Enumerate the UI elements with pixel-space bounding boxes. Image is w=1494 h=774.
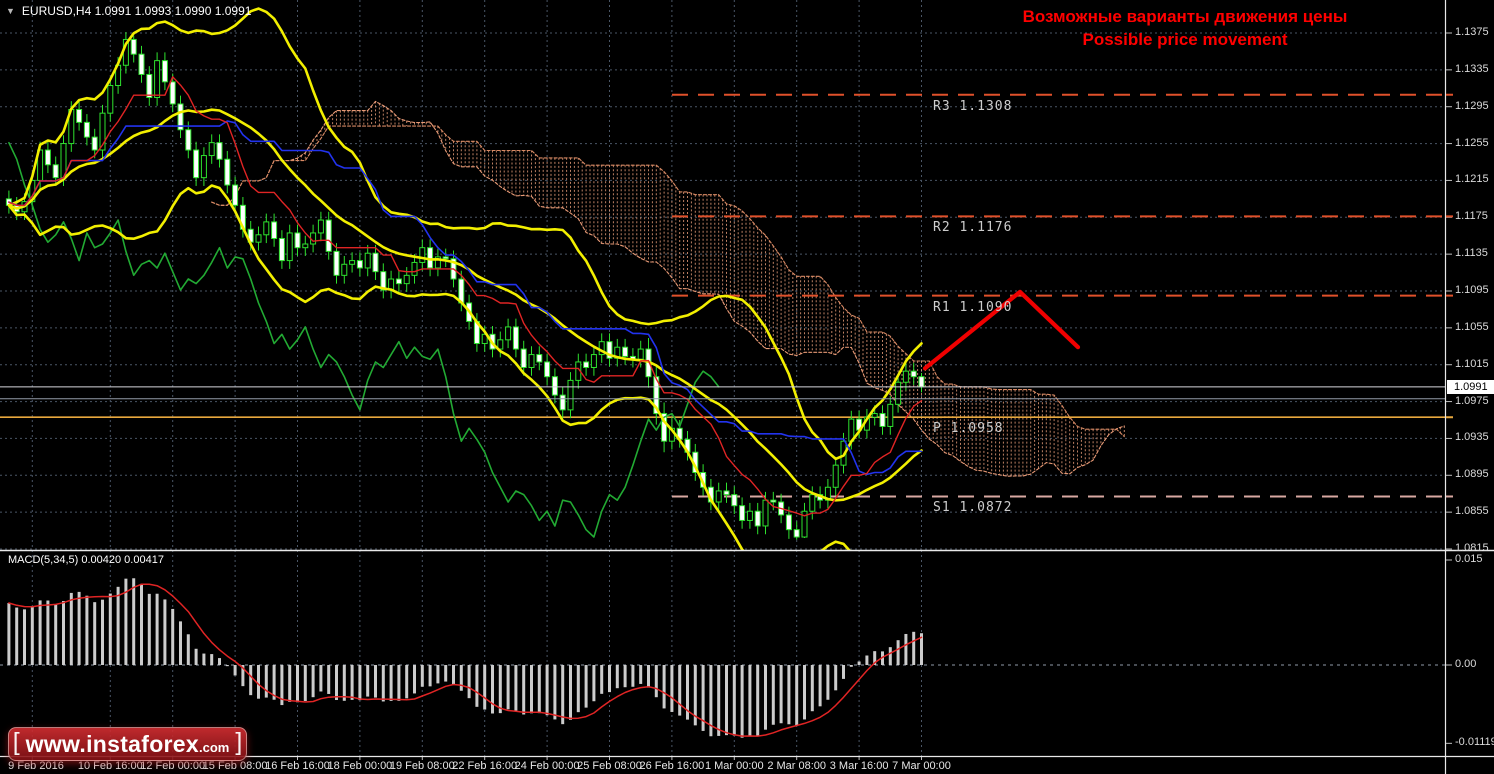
bracket-left-glyph: [	[13, 728, 20, 757]
pivot-label-s1: S1 1.0872	[933, 500, 1012, 515]
time-axis-label: 9 Feb 2016	[8, 760, 64, 772]
macd-tick-label: 0.015	[1455, 553, 1483, 565]
pivot-label-p: P 1.0958	[933, 421, 1004, 436]
pivot-labels-layer: R3 1.1308 R2 1.1176 R1 1.1090 P 1.0958 S1 1.…	[0, 0, 1446, 550]
triangle-down-icon: ▼	[6, 6, 15, 16]
macd-pane	[0, 578, 1446, 737]
time-axis-label: 10 Feb 16:00	[78, 760, 143, 772]
macd-tick-label: 0.00	[1455, 658, 1476, 670]
time-axis-label: 2 Mar 08:00	[767, 760, 826, 772]
price-tick-label: 1.1015	[1455, 358, 1489, 370]
pivot-label-r3: R3 1.1308	[933, 99, 1012, 114]
pivot-label-r1: R1 1.1090	[933, 300, 1012, 315]
price-tick-label: 1.0895	[1455, 468, 1489, 480]
price-tick-label: 1.1335	[1455, 63, 1489, 75]
price-tick-label: 1.0855	[1455, 505, 1489, 517]
price-tick-label: 1.1215	[1455, 173, 1489, 185]
time-axis-label: 12 Feb 00:00	[140, 760, 205, 772]
instaforex-watermark: [ www.instaforex .com ]	[8, 727, 247, 761]
price-forecast-annotation: Возможные варианты движения цены Possibl…	[975, 5, 1395, 51]
time-axis-label: 26 Feb 16:00	[639, 760, 704, 772]
watermark-domain: www.instaforex	[26, 731, 199, 758]
annotation-line-en: Possible price movement	[975, 28, 1395, 51]
time-axis-label: 1 Mar 00:00	[705, 760, 764, 772]
watermark-tld: .com	[199, 740, 229, 755]
macd-indicator-label: MACD(5,34,5) 0.00420 0.00417	[8, 554, 164, 566]
price-tick-label: 1.0935	[1455, 431, 1489, 443]
current-price-box: 1.0991	[1447, 380, 1494, 394]
time-axis-label: 24 Feb 00:00	[515, 760, 580, 772]
time-axis-label: 18 Feb 00:00	[327, 760, 392, 772]
annotation-line-ru: Возможные варианты движения цены	[975, 5, 1395, 28]
time-axis-label: 22 Feb 16:00	[452, 760, 517, 772]
symbol-ohlc-label: EURUSD,H4 1.0991 1.0993 1.0990 1.0991	[22, 4, 252, 18]
time-axis-label: 3 Mar 16:00	[830, 760, 889, 772]
price-tick-label: 1.1175	[1455, 210, 1488, 222]
mt4-chart-window: { "header": { "dropdown_icon": "▼", "sym…	[0, 0, 1494, 774]
bracket-right-glyph: ]	[235, 728, 242, 757]
time-axis-label: 16 Feb 16:00	[265, 760, 330, 772]
macd-tick-label: -0.01119	[1455, 736, 1494, 748]
price-tick-label: 1.1055	[1455, 321, 1489, 333]
pivot-label-r2: R2 1.1176	[933, 220, 1012, 235]
chart-header: ▼ EURUSD,H4 1.0991 1.0993 1.0990 1.0991	[6, 4, 251, 18]
time-axis-label: 15 Feb 08:00	[203, 760, 268, 772]
price-scale[interactable]: 1.0991 1.1375 1.1335 1.1295 1.1255 1.1215 1.1…	[1447, 0, 1494, 756]
price-tick-label: 1.1375	[1455, 26, 1489, 38]
price-tick-label: 1.1295	[1455, 100, 1489, 112]
price-tick-label: 1.1135	[1455, 247, 1488, 259]
price-tick-label: 1.0975	[1455, 395, 1489, 407]
price-tick-label: 1.1255	[1455, 137, 1489, 149]
time-axis-label: 19 Feb 08:00	[390, 760, 455, 772]
time-axis-label: 7 Mar 00:00	[892, 760, 951, 772]
time-axis-label: 25 Feb 08:00	[577, 760, 642, 772]
price-tick-label: 1.1095	[1455, 284, 1489, 296]
